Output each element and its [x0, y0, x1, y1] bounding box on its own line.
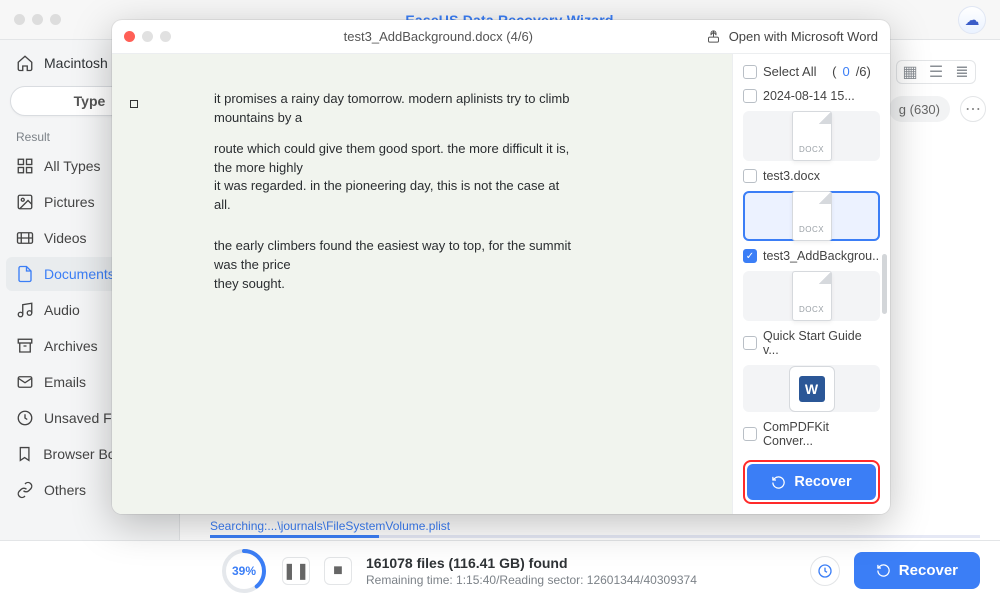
- preview-line: they sought.: [214, 275, 574, 294]
- pause-button[interactable]: ❚❚: [282, 557, 310, 585]
- file-thumb[interactable]: DOCX: [743, 111, 880, 161]
- file-name: test3_AddBackgrou...: [763, 249, 880, 263]
- window-controls[interactable]: [14, 14, 61, 25]
- preview-line: it promises a rainy day tomorrow. modern…: [214, 90, 574, 128]
- film-icon: [16, 229, 34, 247]
- file-row[interactable]: ComPDFKit Conver...: [743, 420, 880, 448]
- searching-path: Searching:...\journals\FileSystemVolume.…: [210, 519, 980, 533]
- recover-button-label: Recover: [794, 474, 851, 490]
- image-icon: [16, 193, 34, 211]
- file-thumb[interactable]: DOCX: [743, 271, 880, 321]
- mail-icon: [16, 373, 34, 391]
- dialog-titlebar: test3_AddBackground.docx (4/6) Open with…: [112, 20, 890, 54]
- bookmark-icon: [16, 445, 33, 463]
- list-view-icon[interactable]: ☰: [923, 61, 949, 83]
- docx-thumb-icon: DOCX: [792, 111, 832, 161]
- view-mode-toggle[interactable]: ▦ ☰ ≣: [896, 60, 976, 84]
- file-list[interactable]: 2024-08-14 15... DOCX test3.docx DOCX te…: [743, 89, 880, 448]
- docx-thumb-icon: DOCX: [792, 271, 832, 321]
- files-found-label: 161078 files (116.41 GB) found: [366, 555, 697, 571]
- recover-button-highlight: Recover: [743, 460, 880, 504]
- sidebar-item-label: Documents: [44, 266, 115, 282]
- link-icon: [16, 481, 34, 499]
- scrollbar-thumb[interactable]: [882, 254, 887, 314]
- dialog-title: test3_AddBackground.docx (4/6): [171, 29, 706, 44]
- more-options-button[interactable]: ⋯: [960, 96, 986, 122]
- dialog-window-controls[interactable]: [124, 31, 171, 42]
- recover-button-label: Recover: [899, 562, 958, 579]
- file-row[interactable]: test3.docx: [743, 169, 880, 183]
- minimize-dot[interactable]: [32, 14, 43, 25]
- preview-dialog: test3_AddBackground.docx (4/6) Open with…: [112, 20, 890, 514]
- preview-pane: it promises a rainy day tomorrow. modern…: [112, 54, 732, 514]
- file-name: Quick Start Guide v...: [763, 329, 880, 357]
- file-checkbox[interactable]: [743, 89, 757, 103]
- select-all-total: /6): [856, 64, 871, 79]
- word-app-icon: W: [789, 366, 835, 412]
- history-button[interactable]: [810, 556, 840, 586]
- file-name: test3.docx: [763, 169, 820, 183]
- file-list-pane: Select All (0/6) 2024-08-14 15... DOCX t…: [732, 54, 890, 514]
- file-name: ComPDFKit Conver...: [763, 420, 880, 448]
- dialog-close-dot[interactable]: [124, 31, 135, 42]
- recover-button-main[interactable]: Recover: [854, 552, 980, 589]
- progress-ring: 39%: [220, 547, 268, 595]
- file-thumb[interactable]: W: [743, 365, 880, 412]
- file-checkbox-checked[interactable]: [743, 249, 757, 263]
- file-row[interactable]: Quick Start Guide v...: [743, 329, 880, 357]
- file-row[interactable]: test3_AddBackgrou...: [743, 249, 880, 263]
- close-dot[interactable]: [14, 14, 25, 25]
- select-all-checkbox[interactable]: [743, 65, 757, 79]
- document-icon: [16, 265, 34, 283]
- home-icon: [16, 54, 34, 72]
- share-icon: [706, 29, 721, 44]
- file-thumb-selected[interactable]: DOCX: [743, 191, 880, 241]
- select-all-selected-count: 0: [842, 64, 849, 79]
- file-checkbox[interactable]: [743, 336, 757, 350]
- preview-line: route which could give them good sport. …: [214, 140, 574, 178]
- detail-view-icon[interactable]: ≣: [949, 61, 975, 83]
- open-with-label: Open with Microsoft Word: [729, 29, 878, 44]
- dialog-min-dot[interactable]: [142, 31, 153, 42]
- preview-line: the early climbers found the easiest way…: [214, 237, 574, 275]
- scan-progress-bar: [210, 535, 980, 538]
- sidebar-item-label: Pictures: [44, 194, 95, 210]
- clock-icon: [16, 409, 34, 427]
- cloud-account-icon[interactable]: ☁︎: [958, 6, 986, 34]
- filter-chip[interactable]: g (630): [889, 96, 950, 122]
- progress-percent: 39%: [220, 547, 268, 595]
- file-checkbox[interactable]: [743, 427, 757, 441]
- stop-button[interactable]: ■: [324, 557, 352, 585]
- sidebar-item-label: All Types: [44, 158, 101, 174]
- file-checkbox[interactable]: [743, 169, 757, 183]
- sidebar-item-label: Audio: [44, 302, 80, 318]
- open-with-button[interactable]: Open with Microsoft Word: [706, 29, 878, 44]
- grid-icon: [16, 157, 34, 175]
- select-all-row[interactable]: Select All (0/6): [743, 62, 880, 83]
- dialog-zoom-dot[interactable]: [160, 31, 171, 42]
- preview-line: it was regarded. in the pioneering day, …: [214, 177, 574, 215]
- breadcrumb-label: Macintosh: [44, 55, 108, 71]
- remaining-time-label: Remaining time: 1:15:40/Reading sector: …: [366, 573, 697, 587]
- select-all-label: Select All: [763, 64, 816, 79]
- zoom-dot[interactable]: [50, 14, 61, 25]
- preview-text: it promises a rainy day tomorrow. modern…: [214, 90, 574, 294]
- docx-thumb-icon: DOCX: [792, 191, 832, 241]
- archive-icon: [16, 337, 34, 355]
- recover-button-dialog[interactable]: Recover: [747, 464, 876, 500]
- music-icon: [16, 301, 34, 319]
- filter-chip-label: g (630): [899, 102, 940, 117]
- sidebar-item-label: Archives: [44, 338, 98, 354]
- page-marker-icon: [130, 100, 138, 108]
- sidebar-item-label: Videos: [44, 230, 87, 246]
- sidebar-item-label: Others: [44, 482, 86, 498]
- file-row[interactable]: 2024-08-14 15...: [743, 89, 880, 103]
- file-name: 2024-08-14 15...: [763, 89, 855, 103]
- sidebar-item-label: Emails: [44, 374, 86, 390]
- select-all-paren: (: [832, 64, 836, 79]
- grid-view-icon[interactable]: ▦: [897, 61, 923, 83]
- status-bar: Searching:...\journals\FileSystemVolume.…: [0, 540, 1000, 600]
